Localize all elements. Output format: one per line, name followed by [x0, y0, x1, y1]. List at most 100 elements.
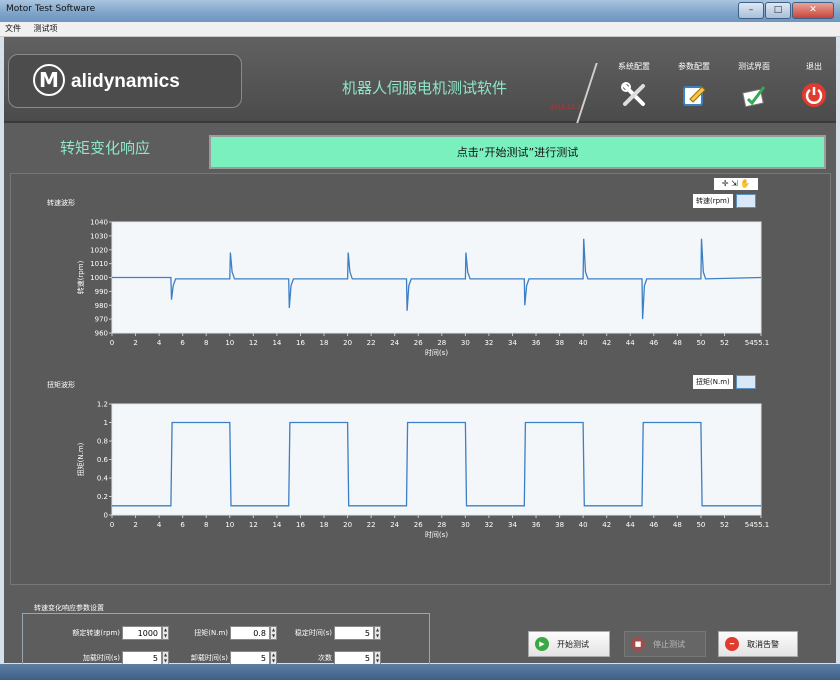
x-tick-label: 32 [484, 339, 493, 347]
x-tick-label: 16 [296, 521, 305, 529]
x-tick-label: 52 [720, 521, 729, 529]
nav-exit[interactable]: 退出 [788, 61, 840, 110]
nav-label: 退出 [806, 62, 822, 71]
x-tick-label: 36 [532, 339, 541, 347]
x-tick-label: 4 [157, 339, 162, 347]
x-tick-label: 40 [579, 521, 588, 529]
menu-test-items[interactable]: 测试项 [29, 22, 63, 35]
nav-param-config[interactable]: 参数配置 [668, 61, 720, 110]
field-label: 加载时间(s) [82, 654, 120, 662]
y-tick-label: 1030 [90, 232, 108, 240]
unload-time-field[interactable]: 5 [230, 651, 270, 665]
y-axis-label: 转速(rpm) [76, 260, 85, 294]
x-tick-label: 5455.1 [745, 339, 770, 347]
minimize-button[interactable]: – [738, 2, 764, 19]
nav-label: 参数配置 [678, 62, 710, 71]
menu-file[interactable]: 文件 [0, 22, 26, 35]
legend-swatch[interactable] [736, 375, 756, 389]
maximize-button[interactable]: □ [765, 2, 791, 19]
y-tick-label: 970 [95, 316, 108, 324]
x-tick-label: 30 [461, 521, 470, 529]
status-message: 点击“开始测试”进行测试 [456, 146, 579, 159]
play-icon: ▶ [535, 637, 549, 651]
field-label: 额定转速(rpm) [72, 629, 120, 637]
y-tick-label: 1.2 [97, 401, 108, 409]
x-tick-label: 26 [414, 339, 423, 347]
x-tick-label: 10 [225, 521, 234, 529]
x-tick-label: 42 [602, 521, 611, 529]
nav-test-ui[interactable]: 测试界面 [728, 61, 780, 110]
x-tick-label: 26 [414, 521, 423, 529]
header: M alidynamics 机器人伺服电机测试软件 2015.12.20 系统配… [4, 37, 836, 123]
x-tick-label: 32 [484, 521, 493, 529]
spin-control[interactable]: ▲ ▼ [162, 651, 169, 665]
taskbar [0, 664, 840, 680]
x-tick-label: 44 [626, 339, 635, 347]
nav-label: 测试界面 [738, 62, 770, 71]
stop-test-button[interactable]: ■ 停止测试 [624, 631, 706, 657]
x-tick-label: 4 [157, 521, 162, 529]
y-tick-label: 0.8 [97, 438, 108, 446]
y-tick-label: 1020 [90, 246, 108, 254]
torque-chart: 扭矩波形 扭矩(N.m) 0 2 4 6 8 10 12 14 16 18 20 22 24 26 28 30… [11, 354, 830, 554]
x-tick-label: 8 [204, 339, 208, 347]
legend-swatch[interactable] [736, 194, 756, 208]
speed-chart-svg: 0 2 4 6 8 10 12 14 16 18 20 22 24 26 28 30 32 34 36 38 40 42 4… [76, 219, 770, 358]
tools-icon [619, 80, 649, 110]
button-label: 停止测试 [653, 639, 685, 649]
cancel-alarm-button[interactable]: ━ 取消告警 [718, 631, 798, 657]
x-tick-label: 2 [133, 521, 137, 529]
x-tick-label: 46 [649, 521, 658, 529]
spin-control[interactable]: ▲ ▼ [374, 626, 381, 640]
x-tick-label: 20 [343, 521, 352, 529]
x-tick-label: 12 [249, 521, 258, 529]
button-label: 取消告警 [747, 639, 779, 649]
x-tick-label: 6 [180, 521, 185, 529]
load-time-field[interactable]: 5 [122, 651, 162, 665]
x-tick-label: 16 [296, 339, 305, 347]
repeat-count-field[interactable]: 5 [334, 651, 374, 665]
y-tick-label: 990 [95, 288, 108, 296]
torque-chart-svg: 0 2 4 6 8 10 12 14 16 18 20 22 24 26 28 30 32 34 36 38 40 42 4… [76, 401, 769, 540]
x-tick-label: 36 [532, 521, 541, 529]
chart-legend: 扭矩(N.m) [693, 375, 733, 389]
power-icon [799, 80, 829, 110]
spin-control[interactable]: ▲ ▼ [162, 626, 169, 640]
status-box: 点击“开始测试”进行测试 [209, 135, 826, 169]
nav-label: 系统配置 [618, 62, 650, 71]
x-tick-label: 48 [673, 521, 682, 529]
app-content: M alidynamics 机器人伺服电机测试软件 2015.12.20 系统配… [4, 37, 836, 675]
button-label: 开始测试 [557, 639, 589, 649]
x-tick-label: 38 [555, 339, 564, 347]
x-tick-label: 22 [367, 521, 376, 529]
spin-control[interactable]: ▲ ▼ [270, 626, 277, 640]
plot-area [111, 403, 762, 516]
y-tick-label: 1010 [90, 260, 108, 268]
app-title: 机器人伺服电机测试软件 [342, 79, 508, 97]
title-bar[interactable]: Motor Test Software – □ ✕ [0, 0, 840, 22]
y-tick-label: 0.6 [97, 456, 109, 464]
x-tick-label: 8 [204, 521, 208, 529]
settle-time-field[interactable]: 5 [334, 626, 374, 640]
x-tick-label: 24 [390, 521, 399, 529]
x-tick-label: 48 [673, 339, 682, 347]
chart-title: 转速波形 [47, 199, 75, 207]
test-area: 转矩变化响应 点击“开始测试”进行测试 ✛ ⇲ ✋ 转速波形 转速(rpm) 0… [4, 123, 836, 675]
x-tick-label: 34 [508, 521, 517, 529]
torque-field[interactable]: 0.8 [230, 626, 270, 640]
x-tick-label: 14 [272, 521, 281, 529]
y-tick-label: 0.2 [97, 493, 108, 501]
spin-control[interactable]: ▲ ▼ [270, 651, 277, 665]
x-tick-label: 24 [390, 339, 399, 347]
y-tick-label: 1040 [90, 219, 108, 227]
x-tick-label: 20 [343, 339, 352, 347]
x-axis-label: 时间(s) [425, 530, 448, 539]
spin-control[interactable]: ▲ ▼ [374, 651, 381, 665]
nav-system-config[interactable]: 系统配置 [608, 61, 660, 110]
start-test-button[interactable]: ▶ 开始测试 [528, 631, 610, 657]
x-tick-label: 28 [437, 521, 446, 529]
close-button[interactable]: ✕ [792, 2, 834, 19]
y-tick-label: 1000 [90, 274, 108, 282]
page-title: 转矩变化响应 [60, 139, 151, 157]
rated-speed-field[interactable]: 1000 [122, 626, 162, 640]
